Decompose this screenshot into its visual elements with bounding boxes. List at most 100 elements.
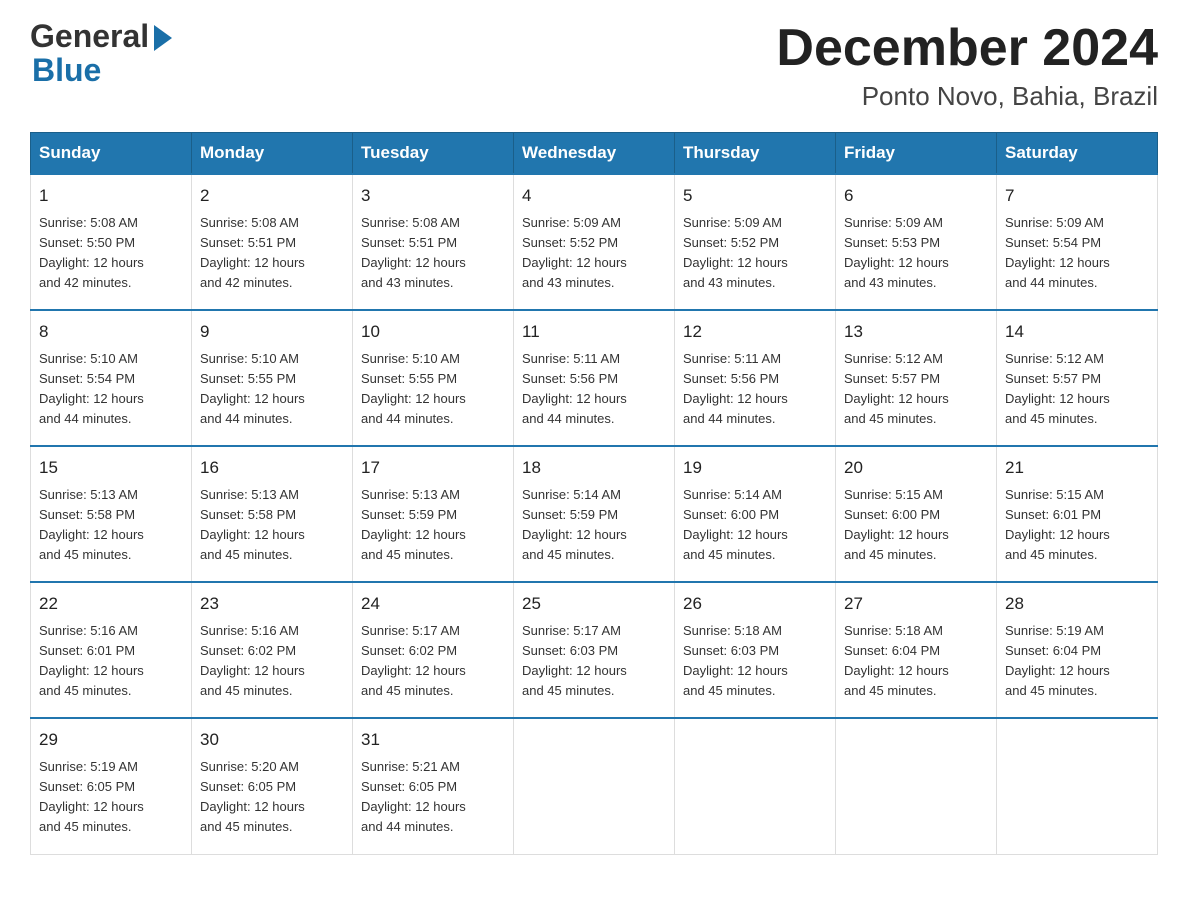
table-row: 24 Sunrise: 5:17 AMSunset: 6:02 PMDaylig… <box>353 582 514 718</box>
day-info: Sunrise: 5:13 AMSunset: 5:58 PMDaylight:… <box>200 485 344 566</box>
table-row: 13 Sunrise: 5:12 AMSunset: 5:57 PMDaylig… <box>836 310 997 446</box>
day-number: 22 <box>39 591 183 617</box>
day-number: 30 <box>200 727 344 753</box>
day-info: Sunrise: 5:14 AMSunset: 5:59 PMDaylight:… <box>522 485 666 566</box>
day-number: 28 <box>1005 591 1149 617</box>
day-number: 19 <box>683 455 827 481</box>
day-number: 15 <box>39 455 183 481</box>
day-info: Sunrise: 5:09 AMSunset: 5:52 PMDaylight:… <box>683 213 827 294</box>
day-info: Sunrise: 5:08 AMSunset: 5:50 PMDaylight:… <box>39 213 183 294</box>
day-info: Sunrise: 5:18 AMSunset: 6:03 PMDaylight:… <box>683 621 827 702</box>
day-info: Sunrise: 5:17 AMSunset: 6:03 PMDaylight:… <box>522 621 666 702</box>
day-number: 25 <box>522 591 666 617</box>
table-row: 3 Sunrise: 5:08 AMSunset: 5:51 PMDayligh… <box>353 174 514 310</box>
table-row: 16 Sunrise: 5:13 AMSunset: 5:58 PMDaylig… <box>192 446 353 582</box>
table-row: 18 Sunrise: 5:14 AMSunset: 5:59 PMDaylig… <box>514 446 675 582</box>
table-row: 23 Sunrise: 5:16 AMSunset: 6:02 PMDaylig… <box>192 582 353 718</box>
calendar-header-row: Sunday Monday Tuesday Wednesday Thursday… <box>31 133 1158 175</box>
table-row: 6 Sunrise: 5:09 AMSunset: 5:53 PMDayligh… <box>836 174 997 310</box>
day-info: Sunrise: 5:15 AMSunset: 6:01 PMDaylight:… <box>1005 485 1149 566</box>
table-row: 1 Sunrise: 5:08 AMSunset: 5:50 PMDayligh… <box>31 174 192 310</box>
day-info: Sunrise: 5:12 AMSunset: 5:57 PMDaylight:… <box>844 349 988 430</box>
day-number: 5 <box>683 183 827 209</box>
day-number: 29 <box>39 727 183 753</box>
logo-chevron-icon <box>154 25 172 51</box>
page-header: General Blue December 2024 Ponto Novo, B… <box>30 20 1158 112</box>
day-info: Sunrise: 5:09 AMSunset: 5:52 PMDaylight:… <box>522 213 666 294</box>
day-info: Sunrise: 5:20 AMSunset: 6:05 PMDaylight:… <box>200 757 344 838</box>
day-info: Sunrise: 5:10 AMSunset: 5:55 PMDaylight:… <box>200 349 344 430</box>
logo-blue-text: Blue <box>32 52 101 88</box>
day-info: Sunrise: 5:12 AMSunset: 5:57 PMDaylight:… <box>1005 349 1149 430</box>
day-info: Sunrise: 5:19 AMSunset: 6:05 PMDaylight:… <box>39 757 183 838</box>
calendar-week-row: 1 Sunrise: 5:08 AMSunset: 5:50 PMDayligh… <box>31 174 1158 310</box>
table-row: 10 Sunrise: 5:10 AMSunset: 5:55 PMDaylig… <box>353 310 514 446</box>
day-info: Sunrise: 5:16 AMSunset: 6:02 PMDaylight:… <box>200 621 344 702</box>
header-saturday: Saturday <box>997 133 1158 175</box>
table-row: 29 Sunrise: 5:19 AMSunset: 6:05 PMDaylig… <box>31 718 192 854</box>
day-number: 7 <box>1005 183 1149 209</box>
day-number: 23 <box>200 591 344 617</box>
table-row: 31 Sunrise: 5:21 AMSunset: 6:05 PMDaylig… <box>353 718 514 854</box>
table-row: 26 Sunrise: 5:18 AMSunset: 6:03 PMDaylig… <box>675 582 836 718</box>
table-row: 20 Sunrise: 5:15 AMSunset: 6:00 PMDaylig… <box>836 446 997 582</box>
day-info: Sunrise: 5:17 AMSunset: 6:02 PMDaylight:… <box>361 621 505 702</box>
day-number: 10 <box>361 319 505 345</box>
calendar-week-row: 8 Sunrise: 5:10 AMSunset: 5:54 PMDayligh… <box>31 310 1158 446</box>
day-info: Sunrise: 5:08 AMSunset: 5:51 PMDaylight:… <box>361 213 505 294</box>
table-row: 15 Sunrise: 5:13 AMSunset: 5:58 PMDaylig… <box>31 446 192 582</box>
day-info: Sunrise: 5:13 AMSunset: 5:58 PMDaylight:… <box>39 485 183 566</box>
table-row <box>514 718 675 854</box>
day-info: Sunrise: 5:08 AMSunset: 5:51 PMDaylight:… <box>200 213 344 294</box>
day-info: Sunrise: 5:10 AMSunset: 5:55 PMDaylight:… <box>361 349 505 430</box>
main-title: December 2024 <box>776 20 1158 77</box>
table-row: 11 Sunrise: 5:11 AMSunset: 5:56 PMDaylig… <box>514 310 675 446</box>
day-number: 6 <box>844 183 988 209</box>
title-block: December 2024 Ponto Novo, Bahia, Brazil <box>776 20 1158 112</box>
table-row: 22 Sunrise: 5:16 AMSunset: 6:01 PMDaylig… <box>31 582 192 718</box>
subtitle: Ponto Novo, Bahia, Brazil <box>776 81 1158 112</box>
day-info: Sunrise: 5:16 AMSunset: 6:01 PMDaylight:… <box>39 621 183 702</box>
calendar-week-row: 29 Sunrise: 5:19 AMSunset: 6:05 PMDaylig… <box>31 718 1158 854</box>
day-number: 27 <box>844 591 988 617</box>
day-info: Sunrise: 5:10 AMSunset: 5:54 PMDaylight:… <box>39 349 183 430</box>
day-number: 2 <box>200 183 344 209</box>
day-number: 24 <box>361 591 505 617</box>
day-info: Sunrise: 5:11 AMSunset: 5:56 PMDaylight:… <box>522 349 666 430</box>
day-number: 21 <box>1005 455 1149 481</box>
day-number: 4 <box>522 183 666 209</box>
table-row: 9 Sunrise: 5:10 AMSunset: 5:55 PMDayligh… <box>192 310 353 446</box>
logo-general-text: General <box>30 20 149 54</box>
table-row <box>997 718 1158 854</box>
table-row: 7 Sunrise: 5:09 AMSunset: 5:54 PMDayligh… <box>997 174 1158 310</box>
table-row <box>675 718 836 854</box>
table-row: 27 Sunrise: 5:18 AMSunset: 6:04 PMDaylig… <box>836 582 997 718</box>
table-row: 5 Sunrise: 5:09 AMSunset: 5:52 PMDayligh… <box>675 174 836 310</box>
day-info: Sunrise: 5:09 AMSunset: 5:54 PMDaylight:… <box>1005 213 1149 294</box>
day-number: 18 <box>522 455 666 481</box>
table-row: 4 Sunrise: 5:09 AMSunset: 5:52 PMDayligh… <box>514 174 675 310</box>
table-row: 19 Sunrise: 5:14 AMSunset: 6:00 PMDaylig… <box>675 446 836 582</box>
table-row: 12 Sunrise: 5:11 AMSunset: 5:56 PMDaylig… <box>675 310 836 446</box>
day-number: 3 <box>361 183 505 209</box>
table-row: 14 Sunrise: 5:12 AMSunset: 5:57 PMDaylig… <box>997 310 1158 446</box>
day-number: 16 <box>200 455 344 481</box>
header-sunday: Sunday <box>31 133 192 175</box>
header-tuesday: Tuesday <box>353 133 514 175</box>
day-number: 20 <box>844 455 988 481</box>
day-number: 9 <box>200 319 344 345</box>
header-friday: Friday <box>836 133 997 175</box>
day-info: Sunrise: 5:13 AMSunset: 5:59 PMDaylight:… <box>361 485 505 566</box>
logo: General Blue <box>30 20 172 87</box>
header-monday: Monday <box>192 133 353 175</box>
table-row: 2 Sunrise: 5:08 AMSunset: 5:51 PMDayligh… <box>192 174 353 310</box>
calendar-table: Sunday Monday Tuesday Wednesday Thursday… <box>30 132 1158 854</box>
header-wednesday: Wednesday <box>514 133 675 175</box>
day-info: Sunrise: 5:14 AMSunset: 6:00 PMDaylight:… <box>683 485 827 566</box>
day-number: 12 <box>683 319 827 345</box>
day-number: 31 <box>361 727 505 753</box>
day-number: 13 <box>844 319 988 345</box>
table-row: 17 Sunrise: 5:13 AMSunset: 5:59 PMDaylig… <box>353 446 514 582</box>
day-number: 1 <box>39 183 183 209</box>
table-row: 25 Sunrise: 5:17 AMSunset: 6:03 PMDaylig… <box>514 582 675 718</box>
